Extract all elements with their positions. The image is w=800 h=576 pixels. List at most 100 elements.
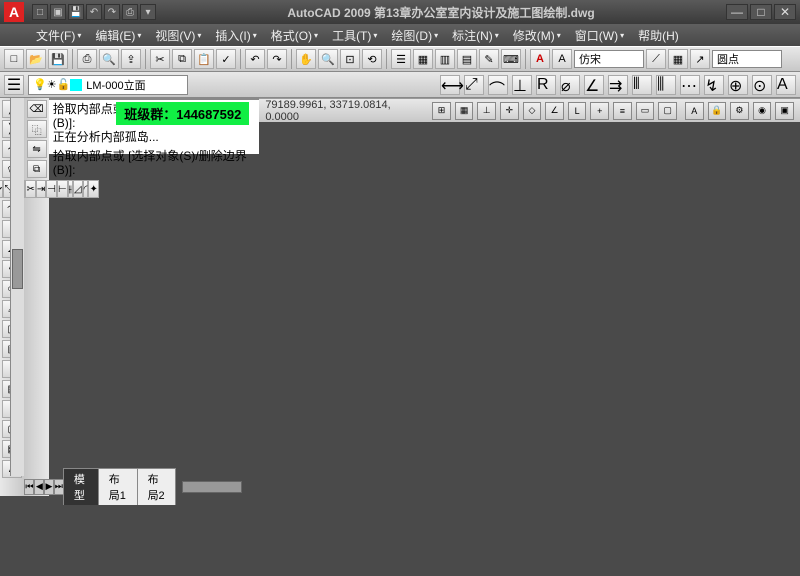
app-menu-icon[interactable]: A [4,2,24,22]
dim-baseline-button[interactable]: ⫴ [632,75,652,95]
trim-tool[interactable]: ✂ [25,180,35,198]
undo-icon[interactable]: ↶ [86,4,102,20]
dc-button[interactable]: ▦ [413,49,433,69]
tolerance-button[interactable]: ⊕ [728,75,748,95]
menu-dimension[interactable]: 标注(N)▾ [446,25,505,46]
match-button[interactable]: ✓ [216,49,236,69]
array-tool[interactable]: ⊞ ✥ ⟳ ⤡ ↔ ✂ ⇥ ⊣ ⊢ ⫲ ◿ ◜ ✦ [27,180,47,198]
new-icon[interactable]: □ [32,4,48,20]
undo-button[interactable]: ↶ [245,49,265,69]
lock-toggle[interactable]: 🔒 [708,102,727,120]
zoom-window-button[interactable]: ⊡ [340,49,360,69]
dim-arc-button[interactable]: ⌒ [488,75,508,95]
center-mark-button[interactable]: ⊙ [752,75,772,95]
break-at-tool[interactable]: ⊣ [46,180,57,198]
textstyle-button[interactable]: A [530,49,550,69]
ortho-toggle[interactable]: ⊥ [477,102,496,120]
explode-tool[interactable]: ✦ [88,180,98,198]
menu-help[interactable]: 帮助(H) [632,25,685,46]
redo-icon[interactable]: ↷ [104,4,120,20]
new-button[interactable]: □ [4,49,24,69]
dim-dia-button[interactable]: ⌀ [560,75,580,95]
dim-space-button[interactable]: ⋯ [680,75,700,95]
paste-button[interactable]: 📋 [194,49,214,69]
publish-button[interactable]: ⇪ [121,49,141,69]
tablestyle-button[interactable]: ▦ [668,49,688,69]
print-icon[interactable]: ⎙ [122,4,138,20]
menu-window[interactable]: 窗口(W)▾ [569,25,630,46]
dim-ord-button[interactable]: ⊥ [512,75,532,95]
tab-next[interactable]: ▶ [44,479,54,495]
model-toggle[interactable]: ▢ [658,102,677,120]
menu-insert[interactable]: 插入(I)▾ [209,25,262,46]
close-button[interactable]: ✕ [774,4,796,20]
markup-button[interactable]: ✎ [479,49,499,69]
erase-tool[interactable]: ⌫ [27,100,47,118]
zoom-button[interactable]: 🔍 [318,49,338,69]
isolate-toggle[interactable]: ◉ [753,102,772,120]
otrack-toggle[interactable]: ∠ [545,102,564,120]
dim-ang-button[interactable]: ∠ [584,75,604,95]
style-a-button[interactable]: A [552,49,572,69]
zoom-prev-button[interactable]: ⟲ [362,49,382,69]
dimstyle2-button[interactable]: A [776,75,796,95]
dim-break-button[interactable]: ↯ [704,75,724,95]
dim-continue-button[interactable]: ⫼ [656,75,676,95]
save-button[interactable]: 💾 [48,49,68,69]
break-tool[interactable]: ⊢ [57,180,68,198]
preview-button[interactable]: 🔍 [99,49,119,69]
menu-file[interactable]: 文件(F)▾ [30,25,87,46]
clean-toggle[interactable]: ▣ [775,102,794,120]
qat-dropdown-icon[interactable]: ▾ [140,4,156,20]
command-line[interactable]: 拾取内部点或 [选择对象(S)/删除边界(B)]: 正在分析内部孤岛... 拾取… [49,98,260,154]
dim-aligned-button[interactable]: ⤢ [464,75,484,95]
minimize-button[interactable]: — [726,4,748,20]
textstyle-dropdown[interactable] [574,50,644,68]
extend-tool[interactable]: ⇥ [36,180,46,198]
tab-first[interactable]: ⏮ [24,479,34,495]
dim-radius-button[interactable]: R [536,75,556,95]
tab-layout2[interactable]: 布局2 [137,468,177,505]
menu-view[interactable]: 视图(V)▾ [149,25,207,46]
snap-toggle[interactable]: ⊞ [432,102,451,120]
layer-dropdown[interactable]: 💡 ☀ 🔓 LM-000立面 [28,75,188,95]
grid-toggle[interactable]: ▦ [455,102,474,120]
copy-tool[interactable]: ⿻ [27,120,47,138]
tab-model[interactable]: 模型 [63,468,99,505]
annoscale-toggle[interactable]: A [685,102,704,120]
open-button[interactable]: 📂 [26,49,46,69]
tab-prev[interactable]: ◀ [34,479,44,495]
hardware-toggle[interactable]: ⚙ [730,102,749,120]
menu-tools[interactable]: 工具(T)▾ [326,25,383,46]
annostyle-dropdown[interactable] [712,50,782,68]
qp-toggle[interactable]: ▭ [636,102,655,120]
pan-button[interactable]: ✋ [296,49,316,69]
properties-button[interactable]: ☰ [391,49,411,69]
save-icon[interactable]: 💾 [68,4,84,20]
cut-button[interactable]: ✂ [150,49,170,69]
dimstyle-button[interactable]: ⟋ [646,49,666,69]
tool-palette-button[interactable]: ▥ [435,49,455,69]
vertical-scrollbar[interactable] [10,98,24,476]
dim-quick-button[interactable]: ⇉ [608,75,628,95]
polar-toggle[interactable]: ✛ [500,102,519,120]
menu-format[interactable]: 格式(O)▾ [265,25,324,46]
dyn-toggle[interactable]: + [590,102,609,120]
tab-layout1[interactable]: 布局1 [98,468,138,505]
ssm-button[interactable]: ▤ [457,49,477,69]
offset-tool[interactable]: ⧉ [27,160,47,178]
redo-button[interactable]: ↷ [267,49,287,69]
maximize-button[interactable]: □ [750,4,772,20]
mirror-tool[interactable]: ⇋ [27,140,47,158]
dim-linear-button[interactable]: ⟷ [440,75,460,95]
chamfer-tool[interactable]: ◿ [73,180,83,198]
mleader-button[interactable]: ↗ [690,49,710,69]
lwt-toggle[interactable]: ≡ [613,102,632,120]
menu-modify[interactable]: 修改(M)▾ [507,25,567,46]
layer-props-button[interactable]: ☰ [4,75,24,95]
print-button[interactable]: ⎙ [77,49,97,69]
quickcalc-button[interactable]: ⌨ [501,49,521,69]
menu-edit[interactable]: 编辑(E)▾ [89,25,147,46]
menu-draw[interactable]: 绘图(D)▾ [385,25,444,46]
osnap-toggle[interactable]: ◇ [523,102,542,120]
